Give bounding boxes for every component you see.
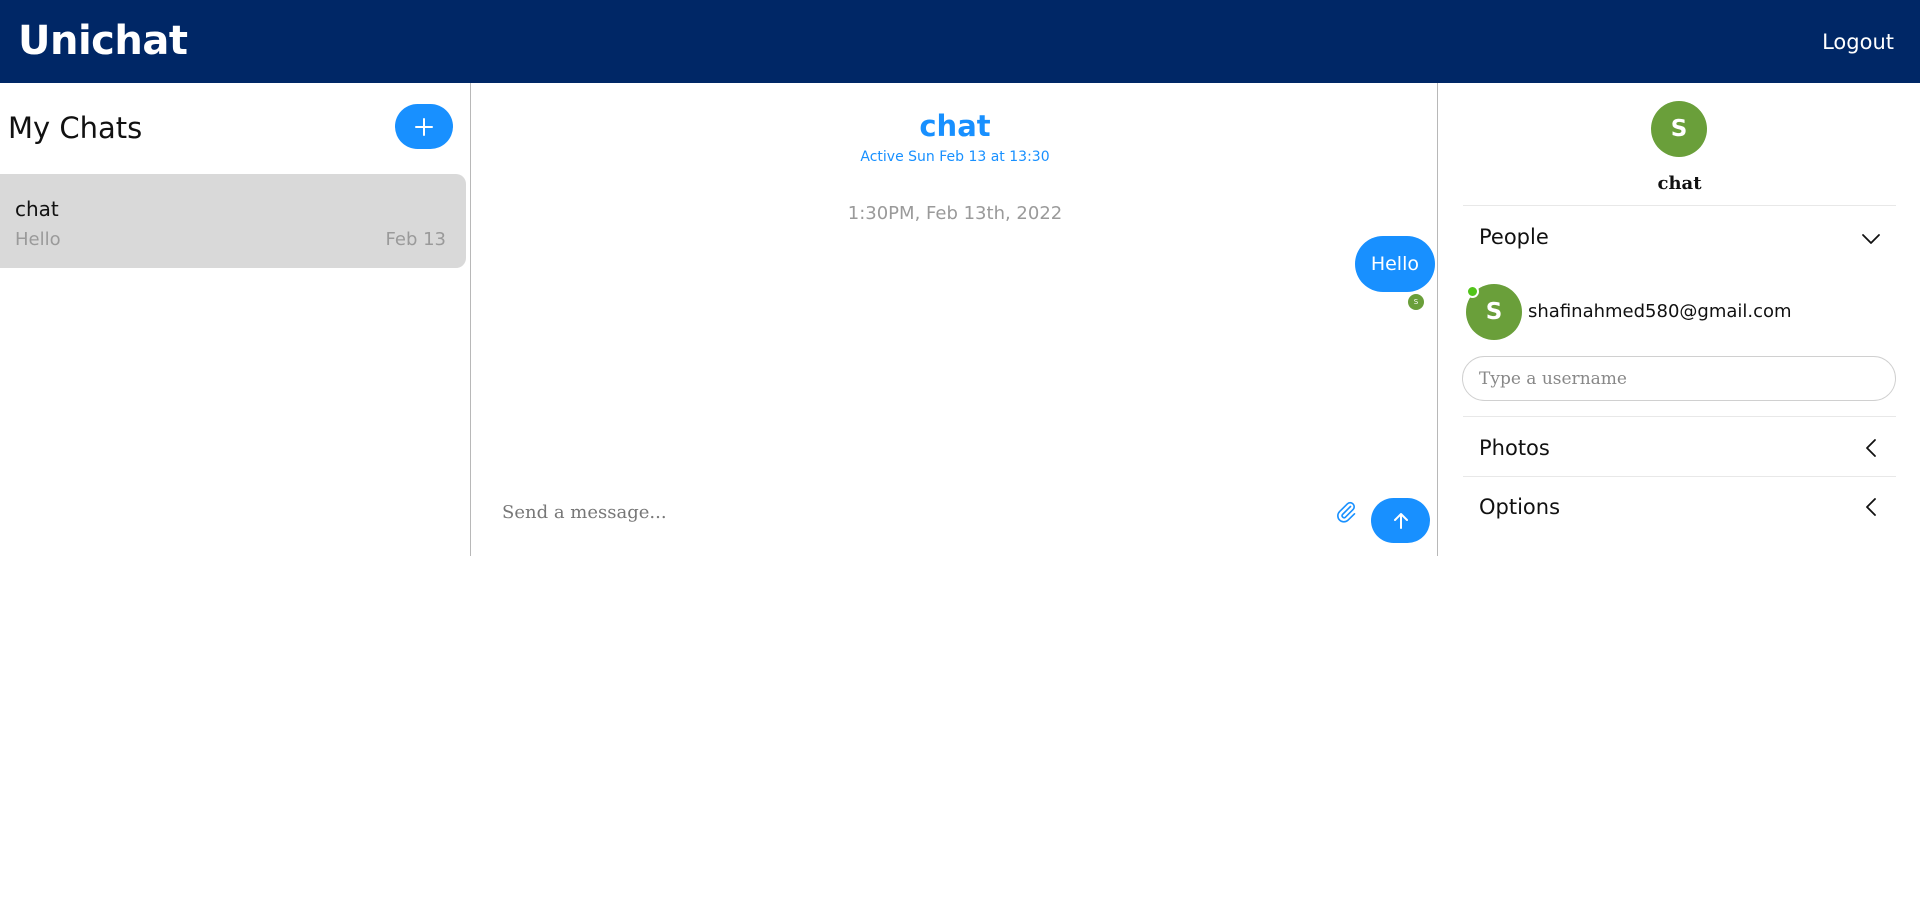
person-email: shafinahmed580@gmail.com (1528, 301, 1792, 322)
chevron-left-icon[interactable] (1859, 436, 1883, 460)
photos-section-title[interactable]: Photos (1479, 436, 1550, 460)
plus-icon (415, 117, 433, 136)
chat-feed-panel: chat Active Sun Feb 13 at 13:30 1:30PM, … (472, 83, 1438, 556)
send-message-button[interactable] (1371, 498, 1430, 543)
chat-title: chat (919, 109, 991, 143)
chat-card-date: Feb 13 (385, 229, 447, 250)
options-section-title[interactable]: Options (1479, 495, 1560, 519)
divider (1463, 416, 1896, 417)
paperclip-icon (1337, 501, 1356, 523)
chat-settings-title: chat (1657, 173, 1702, 194)
username-input[interactable] (1462, 356, 1896, 401)
online-status-indicator (1466, 285, 1479, 298)
message-timestamp: 1:30PM, Feb 13th, 2022 (847, 203, 1063, 224)
top-bar: Unichat Logout (0, 0, 1920, 83)
read-receipt-avatar: S (1408, 294, 1424, 310)
my-message-bubble: Hello (1354, 236, 1435, 292)
chat-card-last-message: Hello (15, 229, 61, 250)
attach-button[interactable] (1334, 500, 1358, 524)
new-chat-button[interactable] (395, 104, 453, 149)
chevron-down-icon[interactable] (1859, 227, 1883, 251)
chat-list-panel: My Chats chat Hello Feb 13 (0, 83, 471, 556)
arrow-up-icon (1393, 512, 1408, 529)
app-logo: Unichat (18, 18, 188, 64)
chat-list-title: My Chats (8, 111, 143, 145)
chat-avatar: S (1651, 101, 1707, 157)
logout-button[interactable]: Logout (1822, 30, 1894, 54)
divider (1463, 205, 1896, 206)
message-input[interactable] (502, 497, 1302, 527)
chat-card-title: chat (15, 197, 59, 221)
chevron-left-icon[interactable] (1859, 495, 1883, 519)
divider (1463, 476, 1896, 477)
chat-settings-panel: S chat People S shafinahmed580@gmail.com… (1439, 83, 1920, 556)
chat-activity-status: Active Sun Feb 13 at 13:30 (860, 149, 1050, 165)
people-section-title[interactable]: People (1479, 225, 1549, 249)
chat-card[interactable]: chat Hello Feb 13 (0, 174, 466, 268)
